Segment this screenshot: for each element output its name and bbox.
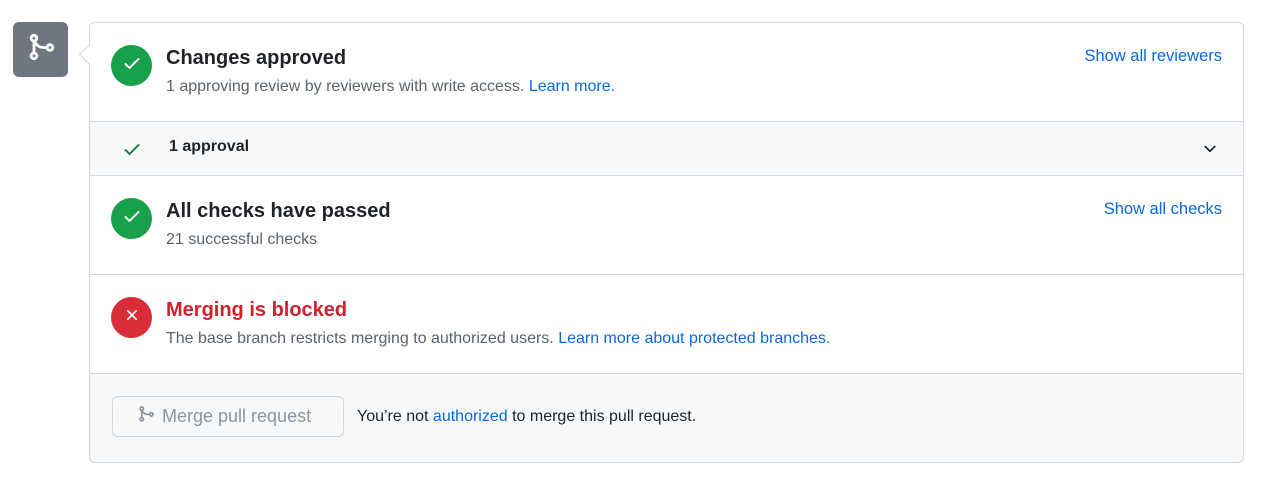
blocked-subtitle: The base branch restricts merging to aut… — [166, 330, 830, 348]
merge-note-prefix: You’re not — [357, 408, 433, 425]
review-subtitle: 1 approving review by reviewers with wri… — [166, 78, 615, 96]
checks-subtitle: 21 successful checks — [166, 231, 318, 248]
git-merge-icon — [26, 32, 56, 67]
merge-permission-note: You’re not authorized to merge this pull… — [357, 408, 696, 426]
check-icon — [122, 53, 142, 78]
approved-status-icon — [111, 45, 152, 86]
check-icon — [122, 206, 142, 231]
blocked-status-icon — [111, 297, 152, 338]
approvals-label: 1 approval — [169, 138, 250, 155]
merge-status-badge — [13, 22, 68, 77]
review-section: Changes approved 1 approving review by r… — [90, 23, 1243, 122]
merge-box: Changes approved 1 approving review by r… — [78, 22, 1244, 463]
approvals-row[interactable]: 1 approval — [90, 122, 1243, 176]
check-icon — [122, 139, 142, 164]
blocked-title: Merging is blocked — [166, 299, 348, 321]
checks-status-icon — [111, 198, 152, 239]
review-title: Changes approved — [166, 47, 347, 69]
chevron-down-icon[interactable] — [1201, 140, 1219, 163]
merge-action-section: Merge pull request You’re not authorized… — [90, 374, 1243, 462]
learn-more-link[interactable]: Learn more. — [529, 78, 615, 95]
show-all-checks-link[interactable]: Show all checks — [1104, 200, 1222, 219]
merge-button-label: Merge pull request — [162, 406, 312, 426]
blocked-subtitle-text: The base branch restricts merging to aut… — [166, 330, 559, 347]
x-icon — [123, 306, 141, 329]
checks-title: All checks have passed — [166, 200, 391, 222]
merge-note-suffix: to merge this pull request. — [507, 408, 697, 425]
protected-branches-link[interactable]: Learn more about protected branches. — [558, 330, 830, 347]
review-subtitle-text: 1 approving review by reviewers with wri… — [166, 78, 529, 95]
checks-section: All checks have passed 21 successful che… — [90, 176, 1243, 275]
show-all-reviewers-link[interactable]: Show all reviewers — [1084, 47, 1222, 66]
merge-blocked-section: Merging is blocked The base branch restr… — [90, 275, 1243, 374]
authorized-link[interactable]: authorized — [433, 408, 508, 425]
merge-pull-request-button[interactable]: Merge pull request — [112, 396, 344, 437]
git-merge-icon — [137, 405, 162, 428]
